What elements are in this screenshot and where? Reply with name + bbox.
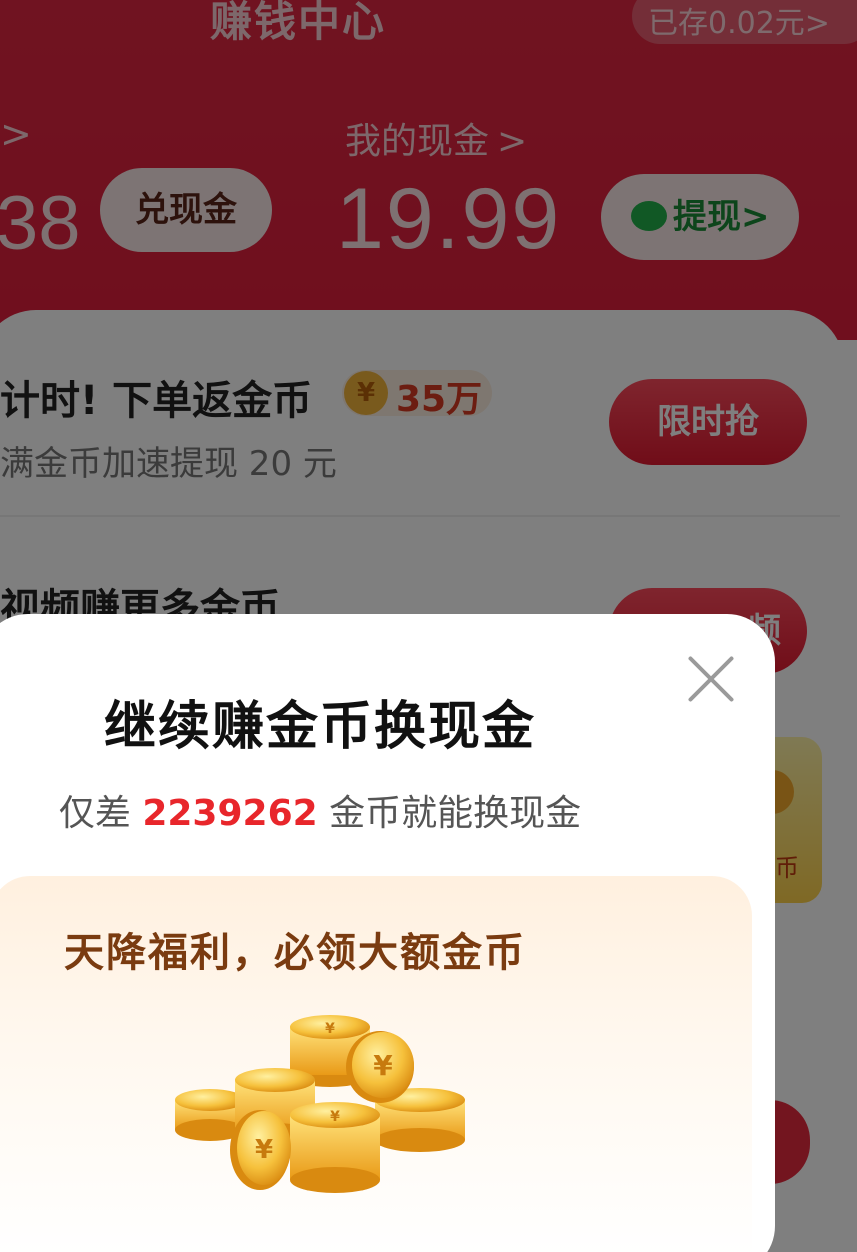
- close-icon[interactable]: [686, 654, 736, 704]
- svg-text:¥: ¥: [325, 1021, 335, 1037]
- svg-text:¥: ¥: [330, 1109, 340, 1125]
- dialog-title: 继续赚金币换现金: [103, 697, 536, 757]
- dialog-subtitle: 仅差 2239262 金币就能换现金: [0, 784, 640, 836]
- gold-coins-pile-icon: ¥ ¥ ¥ ¥: [175, 1015, 465, 1193]
- svg-text:¥: ¥: [373, 1049, 393, 1082]
- coins-needed-number: 2239262: [142, 793, 318, 834]
- bonus-title: 天降福利，必领大额金币: [64, 930, 526, 976]
- subtitle-suffix: 金币就能换现金: [329, 793, 582, 834]
- svg-text:¥: ¥: [255, 1135, 273, 1165]
- subtitle-prefix: 仅差: [58, 793, 131, 834]
